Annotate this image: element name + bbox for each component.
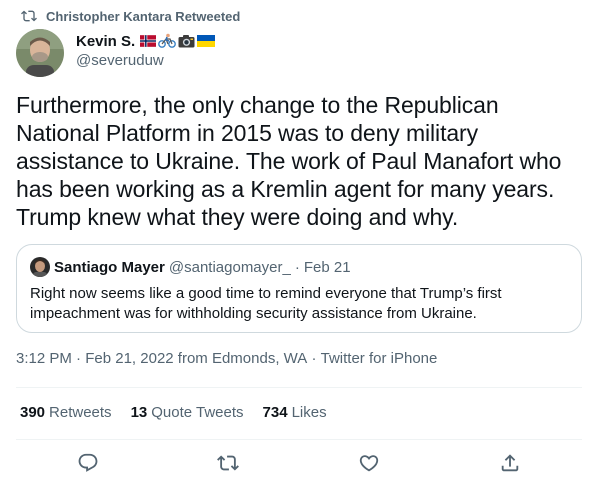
author-name[interactable]: Kevin S. [76, 33, 135, 50]
retweets-label: Retweets [49, 404, 112, 421]
quoted-avatar [30, 257, 50, 277]
quoted-separator: · [294, 258, 300, 276]
quoted-author-name: Santiago Mayer [54, 258, 165, 276]
retweet-icon [217, 455, 239, 471]
action-bar [0, 452, 598, 476]
avatar[interactable] [16, 29, 64, 77]
quote-tweets-count: 13 [130, 404, 148, 421]
reply-button[interactable] [77, 452, 99, 474]
quoted-tweet-card[interactable]: Santiago Mayer @santiagomayer_ · Feb 21 … [16, 244, 582, 333]
quoted-tweet-header: Santiago Mayer @santiagomayer_ · Feb 21 [30, 257, 351, 277]
retweets-count: 390 [20, 404, 46, 421]
quote-tweets-label: Quote Tweets [151, 404, 244, 421]
retweets-stat[interactable]: 390 Retweets [20, 404, 112, 421]
share-icon [501, 454, 519, 472]
author-block: Kevin S. @severuduw [76, 31, 217, 69]
quoted-avatar-image [30, 257, 50, 277]
retweet-button[interactable] [217, 452, 239, 474]
author-handle[interactable]: @severuduw [76, 52, 217, 69]
tweet-time[interactable]: 3:12 PM [16, 350, 72, 367]
tweet-date[interactable]: Feb 21, 2022 [85, 350, 173, 367]
tweet-stats: 390 Retweets 13 Quote Tweets 734 Likes [20, 404, 346, 421]
quoted-tweet-text: Right now seems like a good time to remi… [30, 285, 502, 322]
likes-count: 734 [262, 404, 288, 421]
tweet-text: Furthermore, the only change to the Repu… [16, 92, 562, 230]
reply-icon [78, 453, 98, 472]
norway-flag-icon [140, 35, 157, 47]
likes-label: Likes [291, 404, 327, 421]
divider-bottom [16, 439, 582, 440]
avatar-image [16, 29, 64, 77]
camera-icon [178, 35, 195, 48]
author-badges [140, 33, 217, 49]
tweet-location: from Edmonds, WA [173, 350, 308, 367]
retweet-banner[interactable]: Christopher Kantara Retweeted [21, 7, 240, 25]
cyclist-icon [158, 33, 177, 48]
quote-tweets-stat[interactable]: 13 Quote Tweets [131, 404, 244, 421]
like-button[interactable] [358, 452, 380, 474]
ukraine-flag-icon [197, 35, 216, 47]
tweet-meta: 3:12 PM · Feb 21, 2022 from Edmonds, WA … [16, 350, 437, 367]
divider-top [16, 387, 582, 388]
quoted-date: Feb 21 [303, 258, 351, 276]
retweet-icon [21, 10, 37, 22]
meta-separator-2: · [307, 350, 321, 367]
meta-separator: · [71, 350, 86, 367]
tweet-source[interactable]: Twitter for iPhone [321, 350, 438, 367]
quoted-author-handle: @santiagomayer_ [168, 258, 291, 276]
heart-icon [359, 455, 379, 472]
share-button[interactable] [499, 452, 521, 474]
retweet-banner-text: Christopher Kantara Retweeted [46, 8, 241, 24]
likes-stat[interactable]: 734 Likes [263, 404, 327, 421]
